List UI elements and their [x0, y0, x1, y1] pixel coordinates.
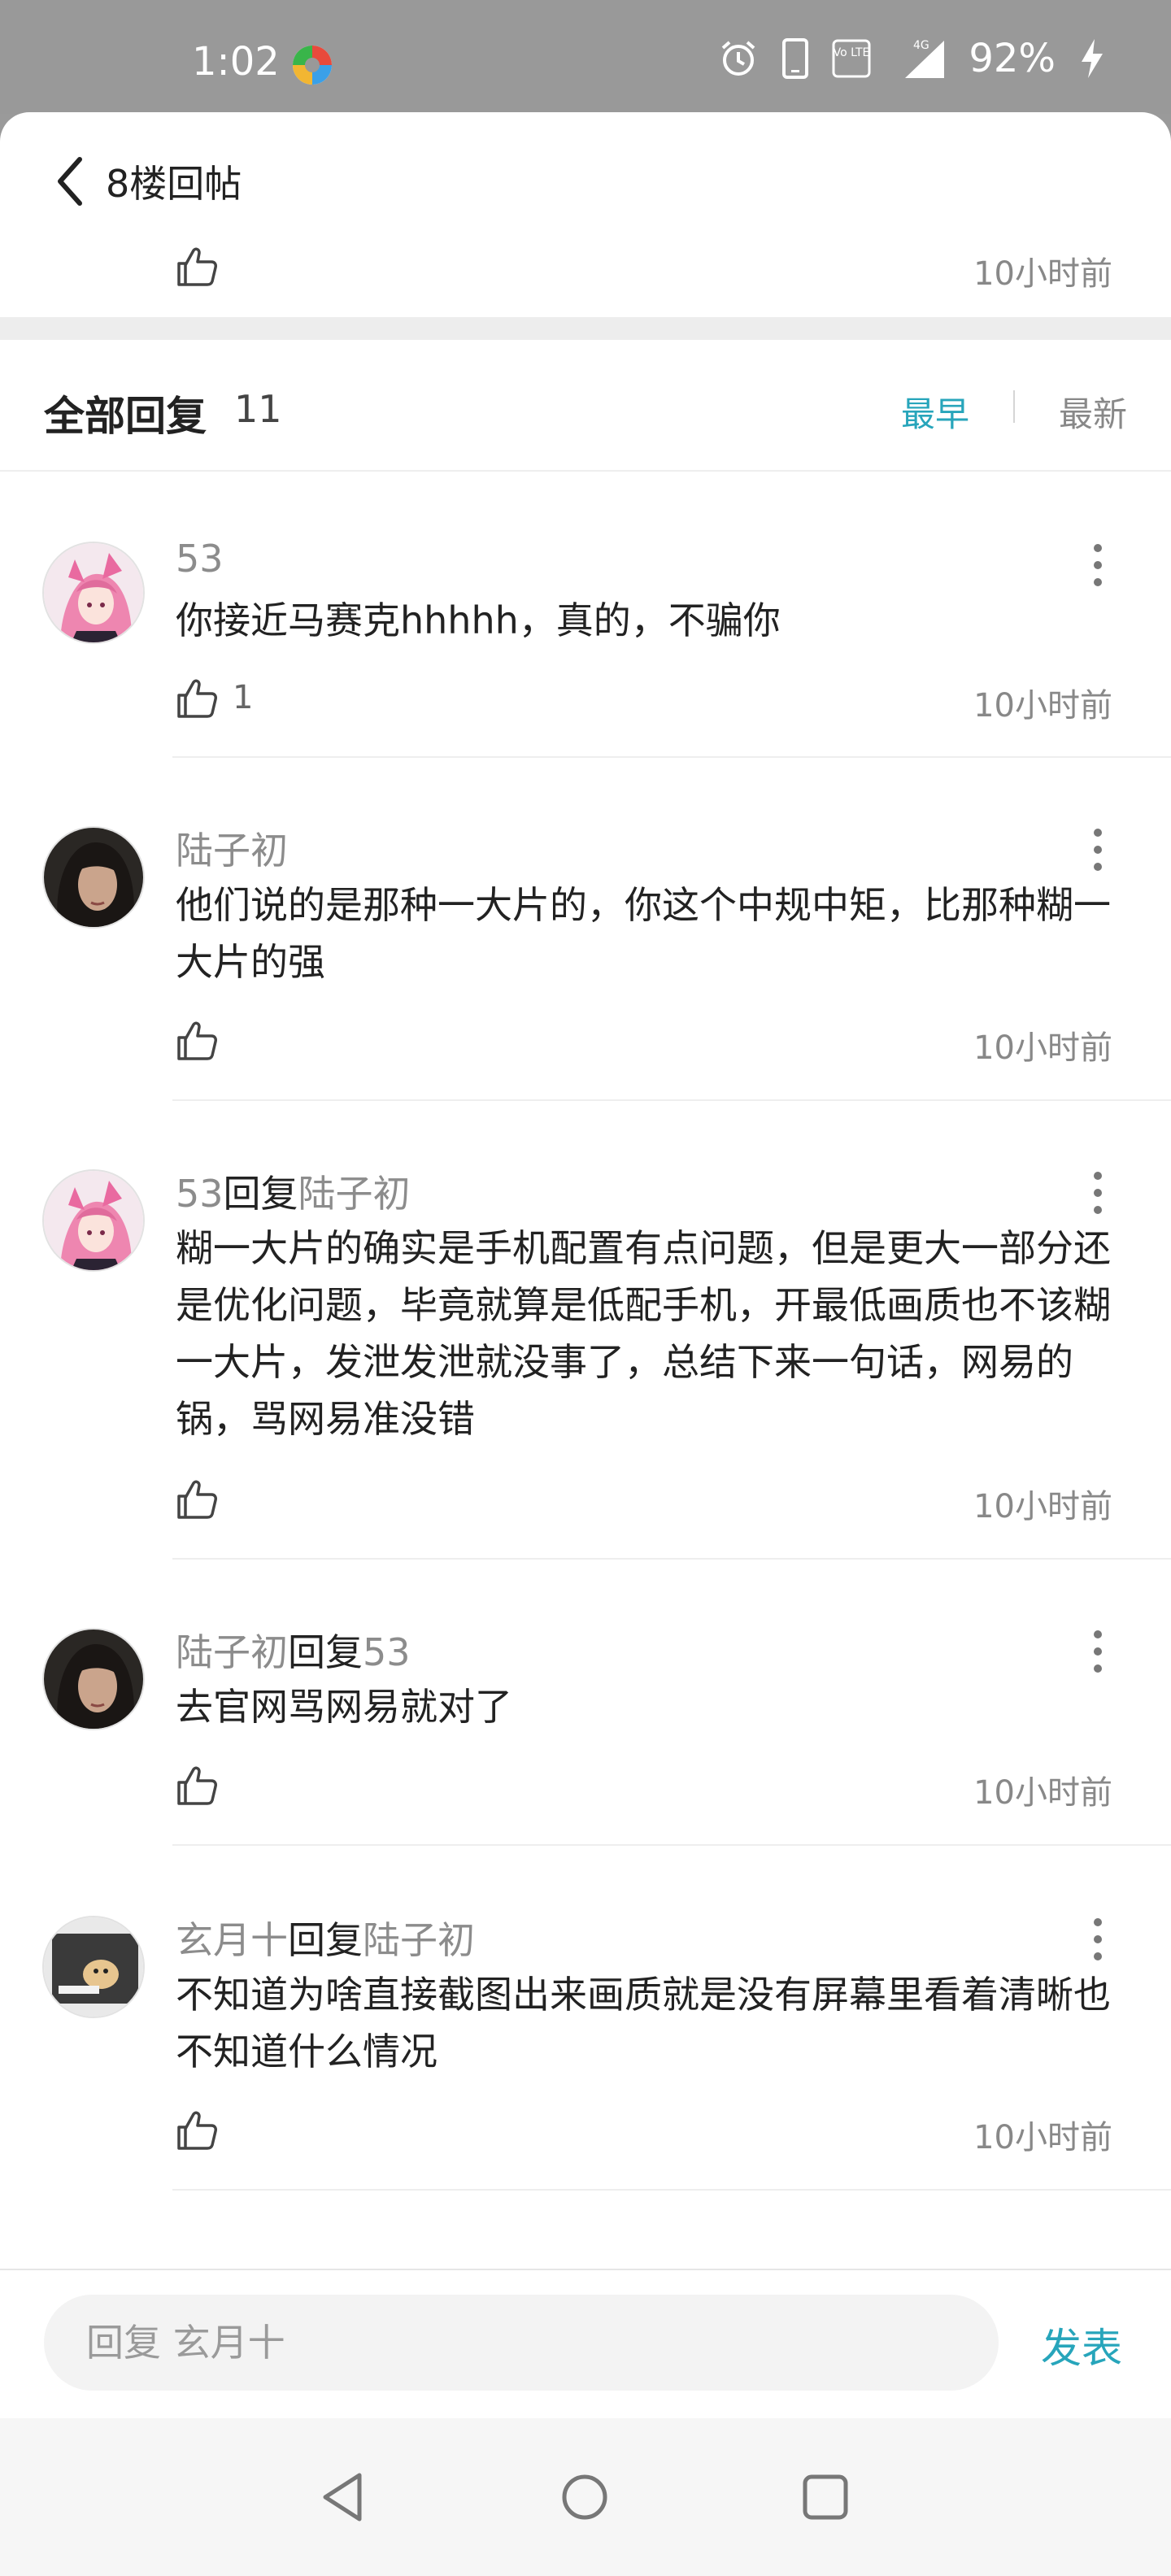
- avatar[interactable]: [42, 1169, 145, 1272]
- avatar[interactable]: [42, 1916, 145, 2018]
- sort-latest-button[interactable]: 最新: [1059, 387, 1127, 437]
- volte-icon: Vo LTE: [832, 39, 871, 78]
- reply-time: 10小时前: [973, 2119, 1112, 2156]
- phone-icon: [782, 38, 809, 79]
- reply-input[interactable]: [44, 2295, 999, 2391]
- reply-word: 回复: [223, 1172, 298, 1216]
- more-options-icon[interactable]: [1082, 1911, 1114, 1968]
- reply-header: 53回复陆子初: [176, 1164, 411, 1218]
- reply-word: 回复: [288, 1630, 363, 1674]
- top-bar: 8楼回帖: [0, 112, 1171, 218]
- svg-text:4G: 4G: [913, 39, 929, 52]
- like-icon[interactable]: [174, 1477, 220, 1522]
- reply-item: 陆子初回复53 去官网骂网易就对了 10小时前: [0, 1615, 1171, 1924]
- divider: [172, 756, 1171, 758]
- avatar[interactable]: [42, 542, 145, 644]
- reply-sheet: 8楼回帖 10小时前 全部回复 11 最早 最新 53 你接近马赛克hhhhh，…: [0, 112, 1171, 2576]
- avatar-image: [44, 1630, 143, 1729]
- all-replies-header: 全部回复 11 最早 最新: [0, 340, 1171, 472]
- avatar-image: [44, 1171, 143, 1270]
- like-icon[interactable]: [174, 244, 220, 289]
- reply-footer: 10小时前: [0, 2103, 1171, 2160]
- battery-percent: 92%: [969, 36, 1056, 81]
- like-icon[interactable]: [174, 1763, 220, 1808]
- post-footer: 10小时前: [0, 234, 1171, 307]
- avatar-image: [44, 543, 143, 642]
- reply-item: 53回复陆子初 糊一大片的确实是手机配置有点问题，但是更大一部分还是优化问题，毕…: [0, 1156, 1171, 1612]
- reply-header: 玄月十回复陆子初: [176, 1911, 475, 1965]
- reply-text: 糊一大片的确实是手机配置有点问题，但是更大一部分还是优化问题，毕竟就算是低配手机…: [176, 1226, 1111, 1441]
- reply-item: 陆子初 他们说的是那种一大片的，你这个中规中矩，比那种糊一大片的强 10小时前: [0, 813, 1171, 1155]
- reply-word: 回复: [288, 1918, 363, 1962]
- reply-time: 10小时前: [973, 1774, 1112, 1812]
- signal-icon: 4G: [905, 39, 945, 78]
- reply-footer: 10小时前: [0, 1013, 1171, 1070]
- reply-text: 去官网骂网易就对了: [176, 1685, 512, 1729]
- back-icon[interactable]: [50, 154, 91, 208]
- reply-time: 10小时前: [973, 687, 1112, 724]
- avatar-image: [44, 1917, 143, 2017]
- send-button[interactable]: 发表: [1041, 2316, 1122, 2374]
- reply-count: 11: [234, 387, 282, 431]
- divider: [172, 1558, 1171, 1560]
- divider: [172, 2189, 1171, 2191]
- like-count: 1: [233, 679, 254, 716]
- author-name[interactable]: 陆子初: [176, 1630, 288, 1674]
- section-separator: [0, 317, 1171, 340]
- all-replies-title: 全部回复: [44, 393, 207, 440]
- sort-earliest-button[interactable]: 最早: [901, 387, 969, 437]
- more-options-icon[interactable]: [1082, 537, 1114, 594]
- reply-time: 10小时前: [973, 1488, 1112, 1525]
- avatar-image: [44, 828, 143, 927]
- author-name[interactable]: 陆子初: [176, 829, 288, 872]
- reply-header: 陆子初回复53: [176, 1623, 411, 1677]
- alarm-icon: [721, 41, 755, 76]
- more-options-icon[interactable]: [1082, 1623, 1114, 1680]
- nav-recents-icon[interactable]: [797, 2469, 854, 2526]
- reply-footer: 10小时前: [0, 1758, 1171, 1815]
- reply-text: 他们说的是那种一大片的，你这个中规中矩，比那种糊一大片的强: [176, 883, 1111, 984]
- author-name[interactable]: 玄月十: [176, 1918, 288, 1962]
- avatar[interactable]: [42, 1628, 145, 1730]
- reply-footer: 10小时前: [0, 1472, 1171, 1529]
- reply-time: 10小时前: [973, 1029, 1112, 1067]
- more-options-icon[interactable]: [1082, 1164, 1114, 1221]
- reply-text: 不知道为啥直接截图出来画质就是没有屏幕里看着清晰也不知道什么情况: [176, 1973, 1111, 2073]
- like-icon[interactable]: [174, 2108, 220, 2153]
- reply-to-name[interactable]: 陆子初: [298, 1172, 411, 1216]
- app-notification-icon: [293, 46, 332, 85]
- author-name[interactable]: 53: [176, 537, 224, 581]
- divider: [172, 1844, 1171, 1846]
- more-options-icon[interactable]: [1082, 821, 1114, 878]
- reply-header: 53: [176, 537, 224, 581]
- page-title: 8楼回帖: [106, 162, 242, 206]
- reply-to-name[interactable]: 53: [363, 1630, 411, 1674]
- avatar[interactable]: [42, 826, 145, 929]
- charging-icon: [1082, 39, 1103, 78]
- reply-item: 玄月十回复陆子初 不知道为啥直接截图出来画质就是没有屏幕里看着清晰也不知道什么情…: [0, 1903, 1171, 2277]
- post-time: 10小时前: [973, 255, 1112, 293]
- like-icon[interactable]: [174, 1018, 220, 1064]
- status-bar: 1:02 Vo LTE 4G 92%: [0, 0, 1171, 114]
- navigation-bar: [0, 2418, 1171, 2576]
- like-icon[interactable]: [174, 676, 220, 721]
- reply-to-name[interactable]: 陆子初: [363, 1918, 475, 1962]
- divider: [172, 1099, 1171, 1101]
- reply-text: 你接近马赛克hhhhh，真的，不骗你: [176, 598, 781, 642]
- nav-back-icon[interactable]: [316, 2469, 372, 2526]
- svg-text:Vo LTE: Vo LTE: [834, 46, 870, 59]
- sort-divider: [1013, 390, 1015, 423]
- reply-header: 陆子初: [176, 821, 288, 875]
- nav-home-icon[interactable]: [556, 2469, 613, 2526]
- status-time: 1:02: [192, 39, 280, 85]
- author-name[interactable]: 53: [176, 1172, 224, 1216]
- reply-footer: 1 10小时前: [0, 671, 1171, 728]
- reply-input-bar: 发表: [0, 2269, 1171, 2415]
